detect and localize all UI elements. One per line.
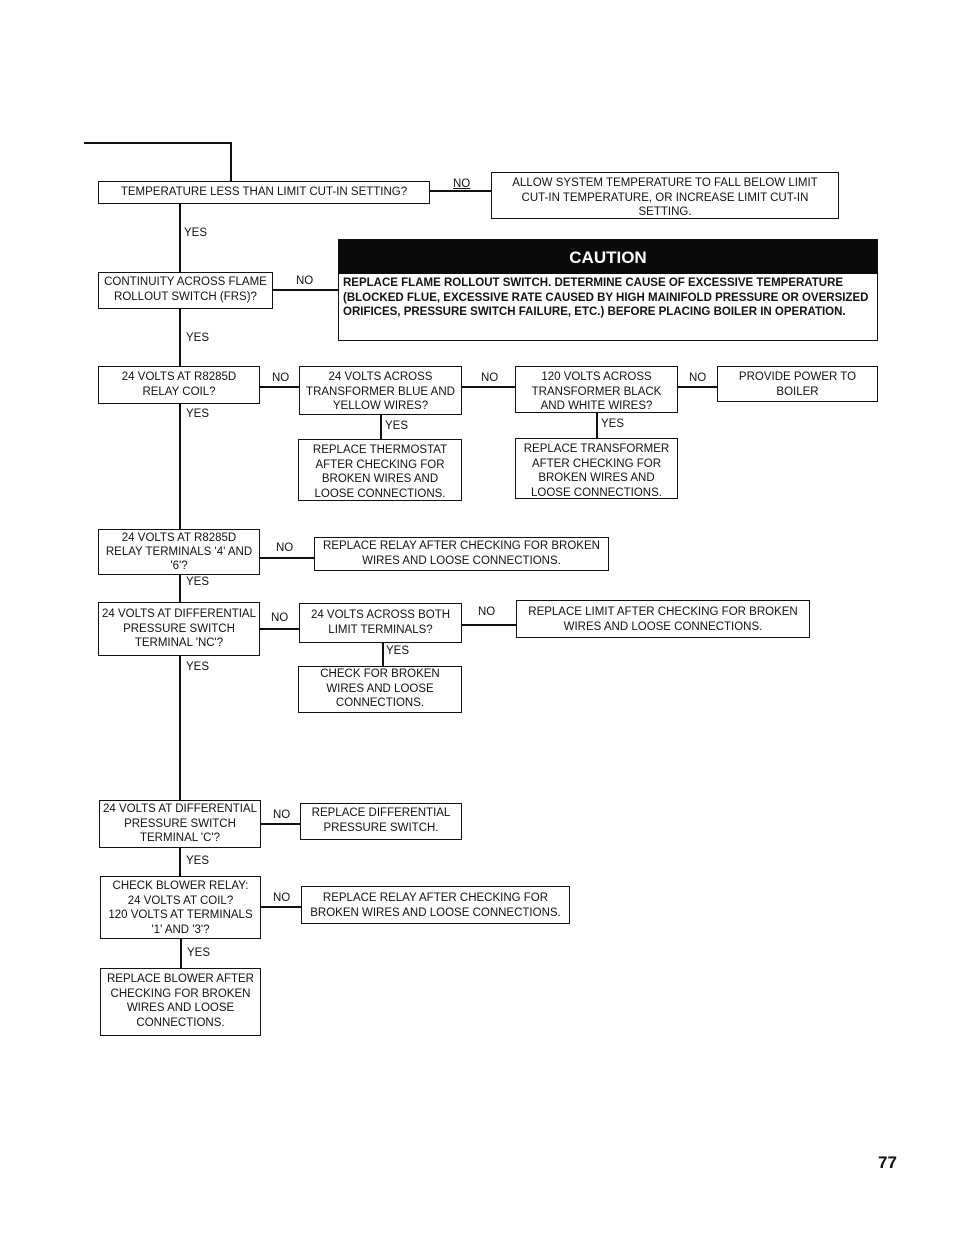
action-replace-limit: REPLACE LIMIT AFTER CHECKING FOR BROKEN … [516,600,810,638]
action-replace-thermostat: REPLACE THERMOSTAT AFTER CHECKING FOR BR… [298,439,462,501]
label-no: NO [478,606,496,618]
question-relay-coil: 24 VOLTS AT R8285D RELAY COIL? [98,366,260,404]
connector-no-black-white [678,386,718,388]
label-no: NO [273,809,291,821]
connector-no-diff-nc [260,628,300,630]
label-yes: YES [601,418,625,430]
question-temperature: TEMPERATURE LESS THAN LIMIT CUT-IN SETTI… [98,181,430,204]
label-no: NO [276,542,294,554]
action-check-broken-wires: CHECK FOR BROKEN WIRES AND LOOSE CONNECT… [298,666,462,713]
label-no: NO [453,178,471,190]
label-yes: YES [385,420,409,432]
label-yes: YES [186,855,210,867]
label-no: NO [689,372,707,384]
label-yes: YES [386,645,410,657]
connector-no-blower-relay [261,906,303,908]
question-relay-terminals: 24 VOLTS AT R8285D RELAY TERMINALS '4' A… [98,529,260,575]
connector-entry-horizontal [84,142,232,144]
label-yes: YES [187,947,211,959]
question-transformer-black-white: 120 VOLTS ACROSS TRANSFORMER BLACK AND W… [515,366,678,413]
connector-no-diff-c [261,823,301,825]
connector-no-blue-yellow [462,386,516,388]
action-replace-relay-2: REPLACE RELAY AFTER CHECKING FOR BROKEN … [301,886,570,924]
caution-text: REPLACE FLAME ROLLOUT SWITCH. DETERMINE … [343,277,869,318]
label-no: NO [481,372,499,384]
label-no: NO [273,892,291,904]
connector-no-relay-coil [260,386,300,388]
label-no: NO [272,372,290,384]
label-yes: YES [184,227,208,239]
label-yes: YES [186,408,210,420]
action-replace-transformer: REPLACE TRANSFORMER AFTER CHECKING FOR B… [515,438,678,499]
label-yes: YES [186,576,210,588]
question-blower-relay: CHECK BLOWER RELAY: 24 VOLTS AT COIL? 12… [100,876,261,939]
connector-no-frs [273,289,339,291]
question-continuity-frs: CONTINUITY ACROSS FLAME ROLLOUT SWITCH (… [98,272,273,309]
label-no: NO [271,612,289,624]
connector-trunk-bottom [180,937,182,969]
label-yes: YES [186,661,210,673]
action-replace-diff-switch: REPLACE DIFFERENTIAL PRESSURE SWITCH. [300,803,462,840]
connector-yes-black-white [596,413,598,438]
question-limit-terminals: 24 VOLTS ACROSS BOTH LIMIT TERMINALS? [299,603,462,643]
page-number: 77 [878,1153,897,1172]
label-yes: YES [186,332,210,344]
question-diff-switch-nc: 24 VOLTS AT DIFFERENTIAL PRESSURE SWITCH… [98,602,260,656]
action-provide-power: PROVIDE POWER TO BOILER [717,366,878,402]
action-replace-relay-1: REPLACE RELAY AFTER CHECKING FOR BROKEN … [314,537,609,571]
connector-no-relay-terminals [260,557,316,559]
label-no: NO [296,275,314,287]
caution-title: CAUTION [339,240,877,274]
question-diff-switch-c: 24 VOLTS AT DIFFERENTIAL PRESSURE SWITCH… [99,800,261,848]
connector-no-limit [462,624,517,626]
connector-yes-blue-yellow [380,415,382,439]
caution-box: CAUTION REPLACE FLAME ROLLOUT SWITCH. DE… [338,239,878,341]
connector-entry-vertical [230,142,232,182]
action-replace-blower: REPLACE BLOWER AFTER CHECKING FOR BROKEN… [100,968,261,1036]
question-transformer-blue-yellow: 24 VOLTS ACROSS TRANSFORMER BLUE AND YEL… [299,366,462,415]
action-allow-temperature: ALLOW SYSTEM TEMPERATURE TO FALL BELOW L… [491,172,839,219]
